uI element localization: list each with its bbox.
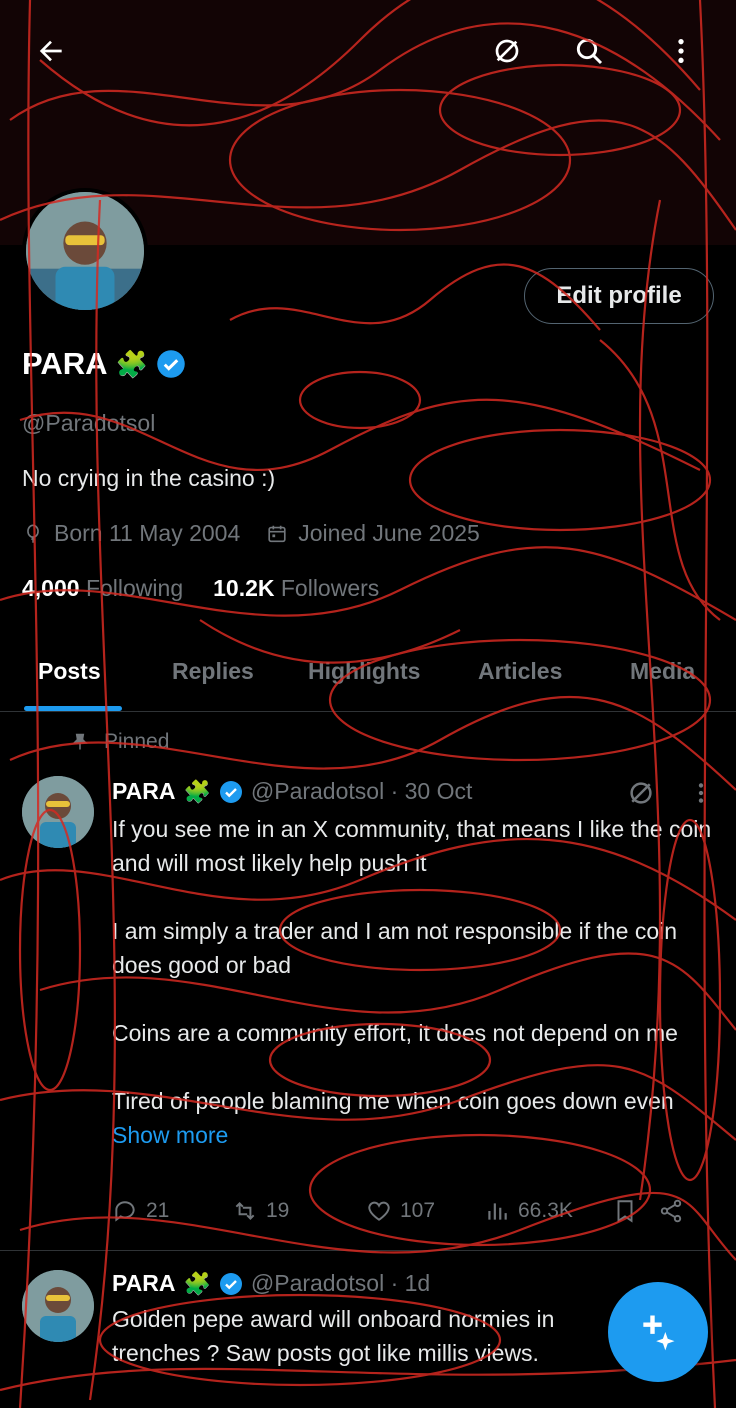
tab-articles[interactable]: Articles: [478, 658, 562, 685]
post-body[interactable]: If you see me in an X community, that me…: [112, 812, 712, 1152]
show-more-link[interactable]: Show more: [112, 1122, 228, 1148]
display-name: PARA: [22, 346, 108, 381]
post-avatar-image: [22, 1270, 94, 1342]
puzzle-emoji: 🧩: [183, 778, 211, 804]
tab-highlights[interactable]: Highlights: [308, 658, 420, 685]
back-button[interactable]: [28, 28, 74, 74]
post-more-icon[interactable]: [688, 780, 714, 806]
followers-label: Followers: [280, 575, 380, 601]
views-button[interactable]: 66.3K: [484, 1198, 612, 1224]
grok-icon: [495, 39, 519, 63]
balloon-icon: [27, 523, 39, 543]
pin-icon: [72, 733, 88, 750]
post-avatar-image: [22, 776, 94, 848]
verified-badge-icon[interactable]: [156, 349, 186, 379]
followers-count: 10.2K: [213, 575, 275, 601]
search-icon: [576, 38, 603, 65]
following-link[interactable]: 4,000 Following: [22, 575, 183, 602]
profile-bio: No crying in the casino :): [22, 465, 276, 491]
tab-posts[interactable]: Posts: [38, 658, 101, 685]
post-body[interactable]: Golden pepe award will onboard normies i…: [112, 1302, 612, 1370]
post-handle-date: @Paradotsol · 30 Oct: [250, 778, 473, 804]
repost-button[interactable]: 19: [232, 1198, 366, 1224]
profile-name-row: PARA 🧩: [22, 346, 186, 382]
post-author-name[interactable]: PARA: [112, 1270, 175, 1297]
bookmark-icon: [617, 1200, 633, 1223]
post-last-paragraph: Tired of people blaming me when coin goe…: [112, 1084, 712, 1152]
profile-handle: @Paradotsol: [22, 410, 156, 436]
bookmark-button[interactable]: [612, 1198, 658, 1224]
more-vertical-icon: [678, 39, 684, 63]
post-author-name[interactable]: PARA: [112, 778, 175, 805]
profile-avatar[interactable]: [22, 188, 148, 314]
followers-link[interactable]: 10.2K Followers: [213, 575, 379, 602]
compose-button[interactable]: [608, 1282, 708, 1382]
top-bar: [0, 18, 736, 82]
follow-stats: 4,000 Following 10.2K Followers: [22, 575, 379, 602]
tab-media[interactable]: Media: [630, 658, 695, 685]
tab-replies[interactable]: Replies: [172, 658, 254, 685]
post-paragraph: Coins are a community effort, it does no…: [112, 1020, 678, 1046]
joined-item: Joined June 2025: [266, 520, 480, 547]
views-icon: [488, 1203, 507, 1220]
profile-meta: Born 11 May 2004 Joined June 2025: [22, 520, 480, 547]
puzzle-emoji: 🧩: [183, 1270, 211, 1296]
following-count: 4,000: [22, 575, 80, 601]
plus-sparkle-icon: [643, 1315, 675, 1351]
following-label: Following: [85, 575, 184, 601]
views-count: 66.3K: [518, 1199, 573, 1222]
post-paragraph: If you see me in an X community, that me…: [112, 816, 712, 876]
share-icon: [660, 1199, 682, 1223]
birthday-text: Born 11 May 2004: [54, 520, 241, 546]
verified-badge-icon: [219, 1272, 242, 1295]
grok-icon[interactable]: [626, 778, 656, 808]
post-paragraph: I am simply a trader and I am not respon…: [112, 918, 678, 978]
profile-tabs: Posts Replies Highlights Articles Media: [0, 640, 736, 712]
edit-profile-button[interactable]: Edit profile: [524, 268, 714, 324]
profile-page: Edit profile PARA 🧩 @Paradotsol No cryin…: [0, 0, 736, 1408]
reply-count: 21: [146, 1199, 170, 1222]
heart-icon: [368, 1201, 390, 1221]
pinned-label: Pinned: [104, 730, 170, 753]
calendar-icon: [268, 525, 286, 542]
post-avatar[interactable]: [22, 776, 94, 848]
search-button[interactable]: [566, 28, 612, 74]
joined-text: Joined June 2025: [298, 520, 480, 546]
avatar-image: [26, 192, 144, 310]
post-actions: 21 19 107 66.3K: [112, 1198, 702, 1224]
repost-count: 19: [266, 1199, 290, 1222]
reply-icon: [115, 1201, 135, 1222]
like-count: 107: [400, 1199, 436, 1222]
like-button[interactable]: 107: [366, 1198, 484, 1224]
post-paragraph: Tired of people blaming me when coin goe…: [112, 1088, 674, 1114]
arrow-left-icon: [39, 40, 62, 62]
post-header: PARA 🧩 @Paradotsol · 1d: [112, 1270, 430, 1297]
grok-button[interactable]: [484, 28, 530, 74]
verified-badge-icon: [219, 780, 242, 803]
share-button[interactable]: [658, 1198, 698, 1224]
active-tab-indicator: [24, 706, 122, 711]
repost-icon: [235, 1202, 255, 1220]
more-button[interactable]: [658, 28, 704, 74]
pinned-indicator: Pinned: [70, 730, 169, 754]
puzzle-emoji: 🧩: [115, 349, 148, 379]
post-avatar[interactable]: [22, 1270, 94, 1342]
post-header: PARA 🧩 @Paradotsol · 30 Oct: [112, 778, 472, 805]
post-handle-date: @Paradotsol · 1d: [250, 1270, 431, 1296]
birthday-item: Born 11 May 2004: [22, 520, 240, 547]
post-divider: [0, 1250, 736, 1251]
reply-button[interactable]: 21: [112, 1198, 232, 1224]
